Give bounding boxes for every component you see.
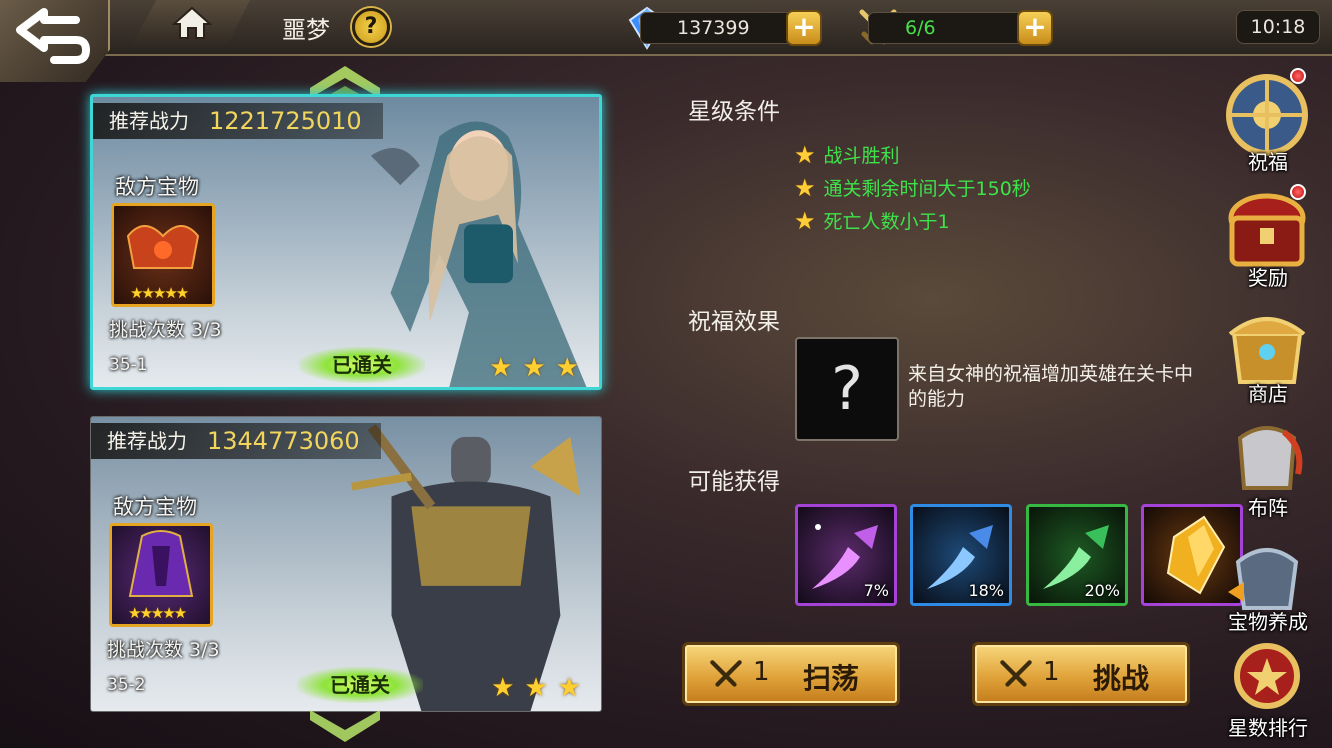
enemy-treasure-slot[interactable]: ★★★★★: [109, 523, 213, 627]
challenge-attempts: 挑战次数 3/3: [107, 639, 220, 661]
enemy-treasure-label: 敌方宝物: [113, 495, 197, 519]
stage-number: 35-2: [107, 675, 146, 695]
gem-amount: 137399: [677, 17, 750, 39]
star-icon: ★: [794, 206, 816, 235]
blessing-description: 来自女神的祝福增加英雄在关卡中的能力: [908, 363, 1194, 410]
reward-item[interactable]: 7%: [795, 504, 897, 606]
elf-hero-portrait: [370, 121, 587, 387]
power-value: 1221725010: [209, 107, 362, 135]
condition-item: ★ 死亡人数小于1: [794, 204, 1031, 237]
back-button[interactable]: [0, 0, 110, 82]
drop-rate: 7%: [863, 581, 889, 600]
side-menu-star-ranking[interactable]: 星数排行: [1218, 638, 1318, 748]
sweep-button[interactable]: 1 扫荡: [682, 642, 900, 706]
star-conditions-title: 星级条件: [688, 99, 780, 125]
stage-number: 35-1: [109, 355, 148, 375]
stage-card-35-1[interactable]: 推荐战力 1221725010 敌方宝物 ★★★★★ 挑战次数 3/3 35-1…: [90, 94, 602, 390]
cleared-badge: 已通关: [297, 667, 423, 703]
side-menu-treasure-upgrade[interactable]: 宝物养成: [1218, 532, 1318, 642]
difficulty-title: 噩梦: [282, 16, 330, 44]
recommended-power: 推荐战力 1344773060: [91, 423, 381, 459]
question-mark-icon: ?: [831, 354, 863, 424]
side-menu-reward[interactable]: 奖励: [1218, 184, 1318, 298]
home-icon: [172, 6, 212, 39]
enemy-treasure-slot[interactable]: ★★★★★: [111, 203, 215, 307]
add-stamina-button[interactable]: +: [1017, 10, 1053, 46]
treasure-star-rating: ★★★★★: [130, 284, 189, 302]
side-menu-label: 布阵: [1248, 496, 1288, 520]
side-menu-label: 奖励: [1248, 266, 1288, 290]
sweep-label: 扫荡: [803, 662, 860, 695]
stamina-amount: 6/6: [905, 17, 936, 39]
reward-item[interactable]: 18%: [910, 504, 1012, 606]
drop-rate: 20%: [1084, 581, 1120, 600]
side-menu-shop[interactable]: 商店: [1218, 304, 1318, 414]
side-menu-label: 星数排行: [1228, 716, 1308, 740]
condition-text: 战斗胜利: [823, 145, 900, 167]
blessing-slot[interactable]: ?: [795, 337, 899, 441]
enemy-treasure-label: 敌方宝物: [115, 175, 199, 199]
gem-counter: 137399: [640, 12, 800, 44]
crossed-swords-icon: [1000, 660, 1032, 687]
recommended-power: 推荐战力 1221725010: [93, 103, 383, 139]
drop-rate: 18%: [968, 581, 1004, 600]
sweep-cost: 1: [753, 657, 770, 687]
reward-item[interactable]: 20%: [1026, 504, 1128, 606]
star-icon: ★: [794, 173, 816, 202]
condition-item: ★ 通关剩余时间大于150秒: [794, 171, 1031, 204]
scroll-down-arrow-icon[interactable]: [306, 704, 384, 746]
side-menu-label: 祝福: [1248, 150, 1288, 174]
cleared-badge: 已通关: [299, 347, 425, 383]
side-menu-label: 宝物养成: [1228, 610, 1308, 634]
challenge-button[interactable]: 1 挑战: [972, 642, 1190, 706]
condition-text: 死亡人数小于1: [823, 211, 950, 233]
side-menu-label: 商店: [1248, 382, 1288, 406]
side-menu-blessing[interactable]: 祝福: [1218, 68, 1318, 182]
side-menu-formation[interactable]: 布阵: [1218, 418, 1318, 528]
power-label: 推荐战力: [107, 429, 187, 453]
possible-rewards-title: 可能获得: [688, 469, 780, 495]
crown-treasure-icon: [126, 225, 200, 269]
stage-star-rating: ★★★: [489, 353, 589, 383]
star-icon: ★: [794, 140, 816, 169]
star-conditions-list: ★ 战斗胜利 ★ 通关剩余时间大于150秒 ★ 死亡人数小于1: [794, 138, 1031, 237]
condition-text: 通关剩余时间大于150秒: [823, 178, 1031, 200]
clock: 10:18: [1236, 10, 1320, 44]
power-value: 1344773060: [207, 427, 360, 455]
stage-star-rating: ★★★: [491, 673, 591, 703]
power-label: 推荐战力: [109, 109, 189, 133]
treasure-star-rating: ★★★★★: [128, 604, 187, 622]
add-gems-button[interactable]: +: [786, 10, 822, 46]
back-arrow-icon: [16, 8, 90, 64]
cloak-treasure-icon: [128, 530, 194, 597]
help-icon[interactable]: ?: [352, 8, 390, 46]
stage-card-35-2[interactable]: 推荐战力 1344773060 敌方宝物 ★★★★★ 挑战次数 3/3 35-2…: [90, 416, 602, 712]
notification-dot: [1290, 184, 1306, 200]
notification-dot: [1290, 68, 1306, 84]
challenge-label: 挑战: [1093, 662, 1150, 695]
challenge-attempts: 挑战次数 3/3: [109, 319, 222, 341]
challenge-cost: 1: [1043, 657, 1060, 687]
blessing-title: 祝福效果: [688, 309, 780, 335]
crossed-swords-icon: [710, 660, 742, 687]
condition-item: ★ 战斗胜利: [794, 138, 1031, 171]
